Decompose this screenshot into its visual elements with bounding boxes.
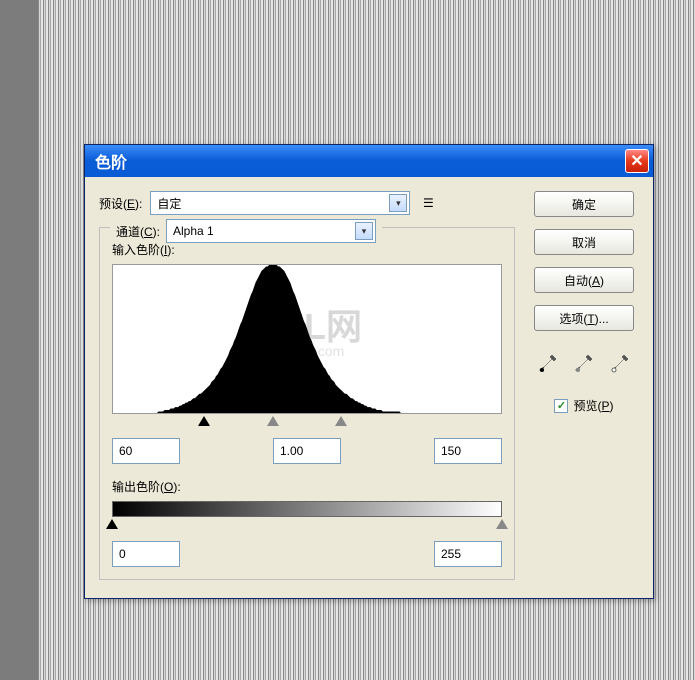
channel-value: Alpha 1 [173, 224, 355, 238]
preview-checkbox[interactable]: ✓ [554, 399, 568, 413]
output-slider-track[interactable] [112, 519, 502, 533]
left-column: 预设(E): 自定 ▾ ☰ 通道(C): Alpha 1 ▾ [99, 191, 515, 580]
output-section: 输出色阶(O): [112, 478, 502, 567]
eyedropper-icon [610, 353, 630, 373]
output-white-field[interactable] [434, 541, 502, 567]
preview-label: 预览(P) [573, 397, 613, 414]
app-grey-margin [0, 0, 38, 680]
black-eyedropper[interactable] [534, 351, 562, 375]
input-levels-label: 输入色阶(I): [112, 241, 502, 258]
cancel-button[interactable]: 取消 [534, 229, 634, 255]
output-white-slider[interactable] [496, 519, 508, 529]
output-black-slider[interactable] [106, 519, 118, 529]
input-black-field[interactable] [112, 438, 180, 464]
close-icon: ✕ [630, 151, 643, 171]
ok-button[interactable]: 确定 [534, 191, 634, 217]
preset-dropdown[interactable]: 自定 ▾ [150, 191, 410, 215]
options-button[interactable]: 选项(T)... [534, 305, 634, 331]
preset-menu-button[interactable]: ☰ [418, 194, 438, 212]
input-gamma-field[interactable] [273, 438, 341, 464]
gray-eyedropper[interactable] [570, 351, 598, 375]
output-black-field[interactable] [112, 541, 180, 567]
chevron-down-icon: ▾ [389, 194, 407, 212]
dialog-title: 色阶 [95, 149, 625, 173]
output-values-row [112, 541, 502, 567]
input-values-row [112, 438, 502, 464]
close-button[interactable]: ✕ [625, 149, 649, 173]
histogram-chart [113, 265, 501, 413]
titlebar[interactable]: 色阶 ✕ [85, 145, 653, 177]
channel-group: 通道(C): Alpha 1 ▾ 输入色阶(I): GXL网 system.co… [99, 227, 515, 580]
chevron-down-icon: ▾ [355, 222, 373, 240]
channel-dropdown[interactable]: Alpha 1 ▾ [166, 219, 376, 243]
histogram: GXL网 system.com [112, 264, 502, 414]
channel-legend: 通道(C): Alpha 1 ▾ [110, 219, 382, 243]
right-column: 确定 取消 自动(A) 选项(T)... ✓ [529, 191, 639, 580]
input-white-field[interactable] [434, 438, 502, 464]
white-point-slider[interactable] [335, 416, 347, 426]
auto-button[interactable]: 自动(A) [534, 267, 634, 293]
input-slider-track[interactable] [112, 416, 502, 430]
gamma-slider[interactable] [267, 416, 279, 426]
levels-dialog: 色阶 ✕ 预设(E): 自定 ▾ ☰ 通道(C [84, 144, 654, 599]
preview-row: ✓ 预览(P) [554, 397, 613, 414]
dialog-body: 预设(E): 自定 ▾ ☰ 通道(C): Alpha 1 ▾ [85, 177, 653, 598]
black-point-slider[interactable] [198, 416, 210, 426]
preset-row: 预设(E): 自定 ▾ ☰ [99, 191, 515, 215]
channel-label: 通道(C): [116, 223, 160, 240]
white-eyedropper[interactable] [606, 351, 634, 375]
output-gradient [112, 501, 502, 517]
eyedropper-icon [574, 353, 594, 373]
eyedropper-icon [538, 353, 558, 373]
menu-icon: ☰ [423, 196, 434, 210]
eyedropper-row [534, 351, 634, 375]
preset-value: 自定 [157, 195, 389, 212]
output-levels-label: 输出色阶(O): [112, 478, 502, 495]
preset-label: 预设(E): [99, 195, 142, 212]
